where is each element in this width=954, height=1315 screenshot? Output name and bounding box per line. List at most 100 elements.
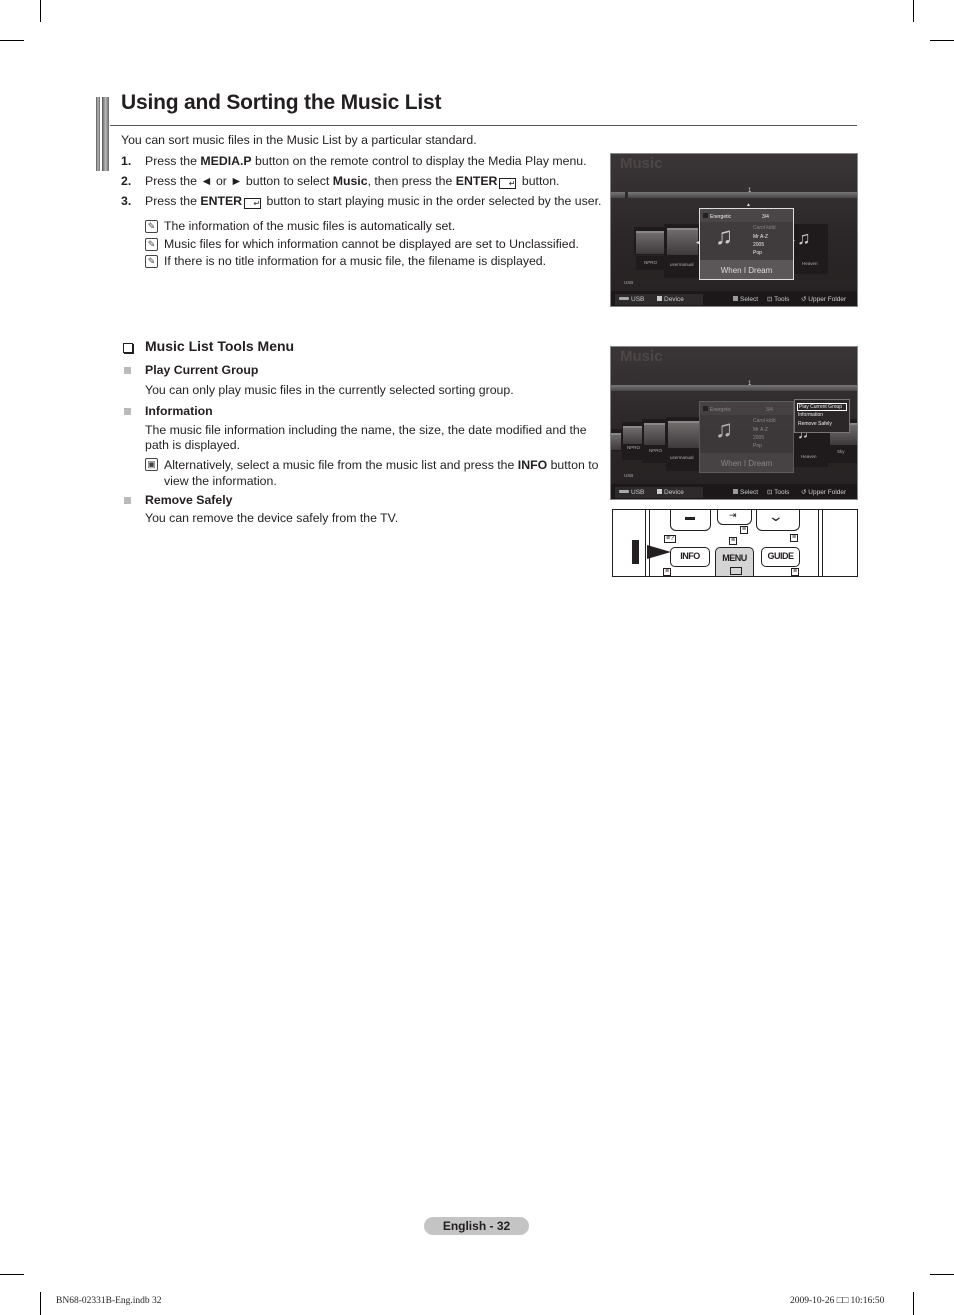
pointer-arrow-icon <box>647 545 671 559</box>
selected-music-card[interactable]: Energetic 3/4 ♫ Carol kidd Mr A-Z 2005 P… <box>699 401 794 473</box>
selected-music-card[interactable]: Energetic 3/4 ♫ Carol kidd Mr A-Z 2005 P… <box>699 208 794 280</box>
count-label: 3/4 <box>766 407 773 413</box>
volume-down-button[interactable] <box>670 510 711 531</box>
upper-folder-hint: ↺ Upper Folder <box>801 296 847 303</box>
teletext-icon: ≡ <box>791 568 800 576</box>
year-label: 2005 <box>753 242 765 248</box>
page-title: Using and Sorting the Music List <box>121 91 442 114</box>
note-text: Music files for which information cannot… <box>164 237 579 251</box>
music-note-icon: ♫ <box>715 223 733 250</box>
chevron-down-icon: ⌄ <box>767 509 785 524</box>
screen-title: Music <box>620 348 663 365</box>
note-icon: ✎ <box>145 238 158 251</box>
crop-mark <box>40 0 41 22</box>
device-label: USB <box>624 280 634 285</box>
pointer-bar <box>632 540 639 564</box>
usb-icon <box>619 297 629 300</box>
info-button[interactable]: INFO <box>670 547 710 567</box>
menu-icon <box>730 567 742 575</box>
music-label: Heaven <box>801 454 817 459</box>
menu-button[interactable]: MENU <box>715 547 754 576</box>
crop-mark <box>930 1274 954 1275</box>
step-number: 3. <box>121 194 132 208</box>
note-text: The information of the music files is au… <box>164 219 456 233</box>
select-hint: Select <box>733 489 758 496</box>
timeline-bar <box>611 192 857 198</box>
step-1-text: Press the MEDIA.P button on the remote c… <box>145 154 587 168</box>
note-icon: ✎ <box>145 255 158 268</box>
tools-menu-item-play-current-group[interactable]: Play Current Group <box>797 403 847 411</box>
tools-popup-menu: Play Current Group Information Remove Sa… <box>794 399 850 433</box>
artist-label: Carol kidd <box>753 418 776 424</box>
remote-note-icon: ▣ <box>145 458 158 471</box>
folder-icon <box>644 423 665 445</box>
page-number-label: English - 32 <box>424 1217 529 1235</box>
teletext-icon: ≡ <box>729 537 738 545</box>
enter-icon: ↵ <box>244 198 262 209</box>
device-tab: Device <box>657 296 684 303</box>
item-description: The music file information including the… <box>145 423 587 437</box>
screen-footer: USB Device Select ⊡ Tools ↺ Upper Folder <box>611 484 857 499</box>
group-label: Energetic <box>703 213 731 220</box>
crop-mark <box>913 0 914 22</box>
tools-menu-item-remove-safely[interactable]: Remove Safely <box>798 421 832 427</box>
teletext-icon: ≡ <box>663 568 672 576</box>
section-title: Music List Tools Menu <box>145 338 295 354</box>
item-heading: Information <box>145 404 213 418</box>
usb-tab: USB <box>619 296 644 303</box>
item-description: You can only play music files in the cur… <box>145 383 514 397</box>
bullet-icon <box>124 408 131 415</box>
item-heading: Play Current Group <box>145 363 259 377</box>
folder-label: NPRO <box>644 260 658 265</box>
usb-tab: USB <box>619 489 644 496</box>
song-title: When I Dream <box>720 459 773 468</box>
music-label: Sky <box>837 449 845 454</box>
crop-mark <box>913 1292 914 1315</box>
folder-icon <box>667 228 698 255</box>
upper-folder-hint: ↺ Upper Folder <box>801 489 847 496</box>
bullet-icon <box>124 497 131 504</box>
note-text: If there is no title information for a m… <box>164 254 547 268</box>
tools-hint: ⊡ Tools <box>767 489 790 496</box>
guide-button[interactable]: GUIDE <box>761 547 800 567</box>
music-label: Heaven <box>802 261 818 266</box>
sort-label: Mr A-Z <box>753 427 768 433</box>
music-list-screenshot: Music 1 ▲ NPRO usermanual ◄ ♫ ► Heaven E… <box>610 153 858 307</box>
tools-menu-screenshot: Music 1 NPRO NPRO usermanual ♫ Heaven Sk… <box>610 346 858 500</box>
usb-icon <box>619 490 629 493</box>
tools-hint: ⊡ Tools <box>767 296 790 303</box>
minus-icon <box>685 517 695 520</box>
section-checkbox-icon <box>123 343 133 353</box>
artist-label: Carol kidd <box>753 225 776 231</box>
sort-label: Mr A-Z <box>753 234 768 240</box>
note-text: Alternatively, select a music file from … <box>164 458 599 472</box>
screen-title: Music <box>620 155 663 172</box>
device-tab: Device <box>657 489 684 496</box>
timeline-bar <box>611 385 857 391</box>
music-note-icon: ♫ <box>715 416 733 443</box>
step-number: 2. <box>121 174 132 188</box>
teletext-icon: ≡ <box>790 534 799 542</box>
screen-footer: USB Device Select ⊡ Tools ↺ Upper Folder <box>611 291 857 306</box>
item-description: path is displayed. <box>145 438 241 452</box>
crop-mark <box>40 1292 41 1315</box>
remote-control-illustration: ⇥ ⌄ ≡ ≡? ≡ ≡ INFO MENU GUIDE ≡ ≡ <box>612 509 858 577</box>
title-decoration <box>96 97 110 171</box>
device-label: USB <box>624 473 634 478</box>
song-title: When I Dream <box>720 266 773 275</box>
teletext-icon: ≡ <box>740 526 749 534</box>
group-label: Energetic <box>703 406 731 413</box>
step-3-text: Press the ENTER ↵ button to start playing… <box>145 194 602 209</box>
crop-mark <box>930 40 954 41</box>
note-icon: ✎ <box>145 220 158 233</box>
source-icon: ⇥ <box>729 510 737 520</box>
channel-down-button[interactable]: ⌄ <box>756 509 800 531</box>
source-button[interactable]: ⇥ <box>717 510 752 525</box>
crop-mark <box>0 1274 24 1275</box>
intro-text: You can sort music files in the Music Li… <box>121 133 477 147</box>
tools-menu-item-information[interactable]: Information <box>798 412 823 418</box>
item-description: You can remove the device safely from th… <box>145 511 399 525</box>
select-hint: Select <box>733 296 758 303</box>
folder-label: NPRO <box>649 448 663 453</box>
item-heading: Remove Safely <box>145 493 233 507</box>
